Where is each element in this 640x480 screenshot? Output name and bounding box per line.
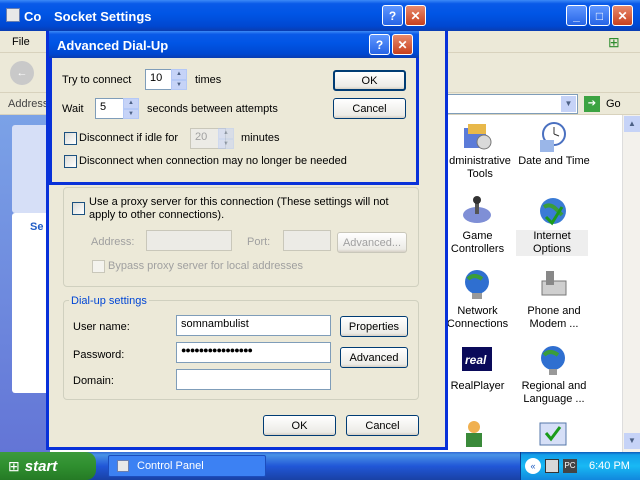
minimize-button[interactable]: _	[566, 5, 587, 26]
network-globe-icon[interactable]	[460, 267, 494, 301]
back-button[interactable]: ←	[10, 61, 34, 85]
spin-up-icon[interactable]: ▲	[171, 69, 187, 80]
control-panel-task-icon	[117, 460, 129, 472]
start-button[interactable]: ⊞ start	[0, 452, 96, 480]
properties-button[interactable]: Properties	[340, 316, 408, 337]
date-time-label: Date and Time	[518, 155, 590, 167]
app-tray-icon[interactable]: PC	[563, 459, 577, 473]
users-icon[interactable]	[460, 417, 494, 451]
domain-label: Domain:	[73, 375, 114, 387]
go-button[interactable]: Go	[606, 98, 621, 110]
advanced-dialup-titlebar[interactable]: Advanced Dial-Up ? ✕	[49, 31, 419, 58]
username-input[interactable]: somnambulist	[176, 315, 331, 336]
socket-settings-titlebar[interactable]: Socket Settings ? ✕	[46, 0, 448, 31]
scroll-down-icon[interactable]: ▼	[624, 433, 640, 449]
wait-label: Wait	[62, 103, 84, 115]
socket-cancel-button[interactable]: Cancel	[346, 415, 419, 436]
advanced-help-button[interactable]: ?	[369, 34, 390, 55]
proxy-group-border	[63, 187, 419, 287]
go-arrow-icon[interactable]: ➔	[584, 96, 600, 112]
windows-flag-icon: ⊞	[8, 457, 20, 474]
idle-disconnect-label: Disconnect if idle for	[79, 132, 179, 144]
joystick-icon[interactable]	[460, 195, 494, 229]
taskbar: ⊞ start Control Panel « PC 6:40 PM	[0, 452, 640, 480]
username-label: User name:	[73, 321, 130, 333]
system-tray: « PC 6:40 PM	[520, 452, 640, 480]
address-input[interactable]	[440, 94, 578, 114]
network-connections-label: Network Connections	[446, 305, 509, 330]
start-label: start	[24, 457, 58, 475]
advanced-dialup-dialog: Advanced Dial-Up ? ✕ Try to connect 10 ▲…	[49, 31, 419, 185]
scroll-up-icon[interactable]: ▲	[624, 116, 640, 132]
dialup-group-title: Dial-up settings	[69, 295, 149, 307]
network-tray-icon[interactable]	[545, 459, 559, 473]
socket-close-button[interactable]: ✕	[405, 5, 426, 26]
admin-tools-label: dministrative Tools	[449, 155, 511, 180]
times-label: times	[195, 74, 222, 86]
idle-spinner[interactable]: ▲ ▼	[218, 128, 234, 149]
globe-icon[interactable]	[536, 195, 570, 229]
minutes-label: minutes	[241, 132, 280, 144]
advanced-dialup-title: Advanced Dial-Up	[57, 38, 169, 53]
advanced-close-button[interactable]: ✕	[392, 34, 413, 55]
left-task-pane: Se	[0, 115, 52, 452]
control-panel-icon	[6, 8, 20, 22]
spin-down-icon[interactable]: ▼	[218, 138, 234, 149]
internet-options-label: Internet Options	[516, 230, 588, 256]
password-input[interactable]: ●●●●●●●●●●●●●●●●	[176, 342, 331, 363]
taskbar-control-panel[interactable]: Control Panel	[108, 455, 266, 477]
regional-language-label: Regional and Language ...	[521, 380, 587, 405]
close-button[interactable]: ✕	[612, 5, 633, 26]
disconnect-when-unneeded-label: Disconnect when connection may no longer…	[79, 155, 347, 167]
socket-settings-title: Socket Settings	[54, 9, 152, 24]
phone-icon[interactable]	[536, 267, 570, 301]
tray-arrow-icon[interactable]: «	[525, 458, 541, 474]
spin-up-icon[interactable]: ▲	[218, 128, 234, 139]
realplayer-label: RealPlayer	[450, 380, 505, 392]
taskbar-task-label: Control Panel	[137, 460, 204, 472]
spin-down-icon[interactable]: ▼	[123, 108, 139, 119]
password-label: Password:	[73, 349, 125, 361]
wait-suffix-label: seconds between attempts	[147, 103, 278, 115]
regional-globe-icon[interactable]	[536, 343, 570, 377]
domain-input[interactable]	[176, 369, 331, 390]
realplayer-icon[interactable]: real	[460, 343, 494, 377]
menu-file[interactable]: File	[12, 36, 30, 48]
svg-text:real: real	[465, 353, 487, 367]
maximize-button[interactable]: □	[589, 5, 610, 26]
advanced-cancel-button[interactable]: Cancel	[333, 98, 406, 119]
try-connect-spinner[interactable]: ▲ ▼	[171, 69, 187, 90]
vertical-scrollbar[interactable]: ▲ ▼	[622, 115, 640, 452]
spin-up-icon[interactable]: ▲	[123, 98, 139, 109]
address-dropdown-icon[interactable]: ▼	[561, 96, 576, 112]
task-pane-heading: Se	[30, 221, 44, 233]
idle-disconnect-checkbox[interactable]	[64, 132, 77, 145]
spin-down-icon[interactable]: ▼	[171, 79, 187, 90]
game-controllers-label: Game Controllers	[450, 230, 505, 255]
wait-spinner[interactable]: ▲ ▼	[123, 98, 139, 119]
control-panel-title: Co	[24, 9, 42, 24]
address-label: Address	[8, 98, 49, 110]
clock-label: 6:40 PM	[589, 460, 630, 472]
socket-ok-button[interactable]: OK	[263, 415, 336, 436]
security-icon[interactable]	[536, 417, 570, 451]
socket-help-button[interactable]: ?	[382, 5, 403, 26]
windows-logo-icon: ⊞	[608, 34, 620, 50]
try-connect-label: Try to connect	[62, 74, 132, 86]
advanced-ok-button[interactable]: OK	[333, 70, 406, 91]
disconnect-when-unneeded-checkbox[interactable]	[64, 155, 77, 168]
dialup-advanced-button[interactable]: Advanced	[340, 347, 408, 368]
icon-area: dministrative Tools Date and Time Game C…	[440, 115, 622, 452]
phone-modem-label: Phone and Modem ...	[527, 305, 581, 330]
clock-icon[interactable]	[536, 120, 570, 154]
admin-tools-icon[interactable]	[460, 120, 494, 154]
